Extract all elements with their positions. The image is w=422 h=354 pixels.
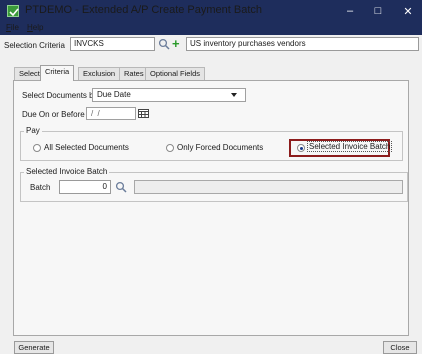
radio-all-selected-documents[interactable] [33, 144, 41, 152]
only-forced-documents-label: Only Forced Documents [177, 143, 264, 152]
tab-exclusion[interactable]: Exclusion [78, 67, 121, 80]
magnifier-icon[interactable] [115, 181, 127, 195]
close-window-button[interactable]: ✕ [394, 0, 422, 22]
selected-invoice-batch-text: Selected Invoice Batch [307, 141, 393, 152]
due-date-input[interactable]: / / [86, 107, 136, 120]
menu-help[interactable]: Help [27, 23, 43, 32]
batch-description-field [134, 180, 403, 194]
pay-group-title: Pay [24, 126, 42, 135]
calendar-icon[interactable] [138, 108, 149, 120]
generate-button[interactable]: Generate [14, 341, 54, 354]
selection-criteria-input[interactable]: INVCKS [70, 37, 155, 51]
batch-number-input[interactable]: 0 [59, 180, 111, 194]
batch-label: Batch [30, 183, 51, 192]
select-documents-dropdown[interactable]: Due Date [92, 88, 246, 102]
menu-file[interactable]: File [6, 23, 19, 32]
radio-only-forced-documents[interactable] [166, 144, 174, 152]
window-title: PTDEMO - Extended A/P Create Payment Bat… [25, 4, 263, 16]
chevron-down-icon[interactable] [231, 93, 237, 97]
selection-description-field: US inventory purchases vendors [186, 37, 419, 51]
tab-optional-fields[interactable]: Optional Fields [145, 67, 206, 80]
tab-criteria[interactable]: Criteria [40, 65, 75, 81]
app-check-icon [7, 5, 19, 17]
minimize-button[interactable]: – [336, 0, 364, 22]
menu-bar [0, 22, 422, 35]
all-selected-documents-label: All Selected Documents [44, 143, 129, 152]
radio-selected-invoice-batch[interactable] [297, 144, 305, 152]
plus-icon[interactable]: + [172, 36, 180, 51]
selection-criteria-label: Selection Criteria [4, 41, 65, 50]
maximize-button[interactable]: □ [364, 0, 392, 22]
invoice-batch-group-title: Selected Invoice Batch [24, 167, 110, 176]
selected-invoice-batch-option-label: Selected Invoice Batch [307, 141, 393, 152]
magnifier-icon[interactable] [158, 38, 170, 52]
due-on-or-before-label: Due On or Before [22, 110, 85, 119]
select-documents-label: Select Documents by [22, 91, 98, 100]
close-button[interactable]: Close [383, 341, 417, 354]
